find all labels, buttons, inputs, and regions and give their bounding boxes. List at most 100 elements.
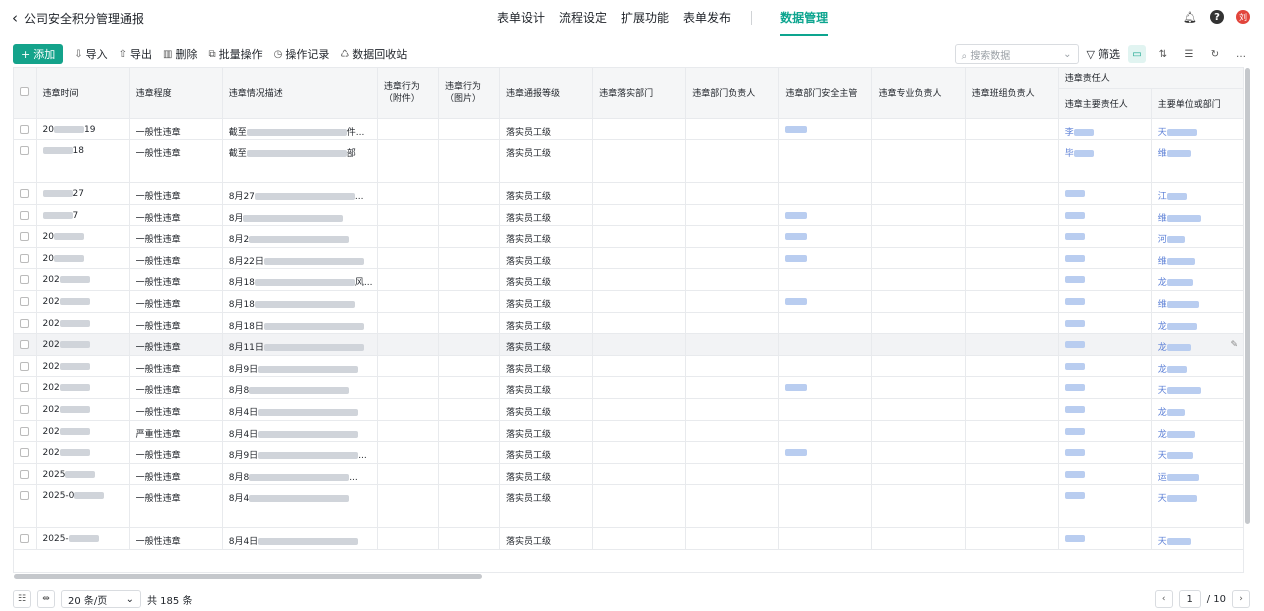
cell-act-img[interactable] <box>438 225 501 248</box>
cell-act-img[interactable] <box>438 398 501 421</box>
cell-main-resp[interactable] <box>1058 268 1152 292</box>
cell-act-img[interactable] <box>438 463 501 486</box>
cell-dept-safety[interactable] <box>778 312 873 335</box>
cell-level[interactable]: 落实员工级 <box>499 463 594 486</box>
vertical-scrollbar[interactable] <box>1245 68 1250 524</box>
cell-dept-safety[interactable] <box>778 182 873 205</box>
row-checkbox[interactable] <box>20 253 29 263</box>
fit-width-icon[interactable]: ⇹ <box>37 590 55 608</box>
cell-main-unit[interactable]: 维 <box>1151 247 1243 270</box>
cell-desc[interactable]: 8月8... <box>222 463 378 486</box>
cell-main-resp[interactable] <box>1058 204 1152 227</box>
cell-act-attach[interactable] <box>377 312 439 335</box>
cell-level[interactable]: 落实员工级 <box>499 225 594 248</box>
cell-act-attach[interactable] <box>377 484 439 529</box>
cell-dept[interactable] <box>592 182 687 205</box>
cell-degree[interactable]: 一般性违章 <box>129 463 223 486</box>
cell-level[interactable]: 落实员工级 <box>499 204 594 227</box>
row-checkbox[interactable] <box>20 448 29 458</box>
table-row[interactable]: 202 一般性违章 8月4日 落实员工级 龙 <box>14 398 1243 421</box>
cell-main-resp[interactable] <box>1058 420 1152 443</box>
col-desc[interactable]: 违章情况描述 <box>222 68 378 119</box>
cell-team-head[interactable] <box>965 225 1059 248</box>
cell-main-unit[interactable]: 龙 <box>1151 268 1243 292</box>
cell-act-attach[interactable] <box>377 204 439 227</box>
cell-time[interactable]: 7 <box>36 204 130 227</box>
cell-dept-safety[interactable] <box>778 355 873 378</box>
row-checkbox[interactable] <box>20 383 29 393</box>
cell-degree[interactable]: 一般性违章 <box>129 441 223 464</box>
cell-main-resp[interactable] <box>1058 182 1152 205</box>
col-dept-head[interactable]: 违章部门负责人 <box>685 68 780 119</box>
cell-pro-head[interactable] <box>871 441 966 464</box>
refresh-icon[interactable]: ↻ <box>1206 45 1224 63</box>
row-checkbox[interactable] <box>20 361 29 371</box>
table-row[interactable]: 18 一般性违章 截至 部 落实员工级 毕 维 <box>14 139 1243 184</box>
cell-dept-safety[interactable] <box>778 268 873 292</box>
cell-act-attach[interactable] <box>377 398 439 421</box>
cell-team-head[interactable] <box>965 398 1059 421</box>
cell-team-head[interactable] <box>965 290 1059 313</box>
cell-dept-head[interactable] <box>685 463 780 486</box>
col-dept[interactable]: 违章落实部门 <box>592 68 687 119</box>
cell-main-unit[interactable]: 天 <box>1151 527 1243 550</box>
table-row[interactable]: 20 19 一般性违章 截至 件... 落实员工级李天 <box>14 118 1243 141</box>
cell-time[interactable]: 202 <box>36 398 130 421</box>
table-row[interactable]: 20 一般性违章 8月2 落实员工级 河 <box>14 225 1243 248</box>
cell-pro-head[interactable] <box>871 268 966 292</box>
cell-level[interactable]: 落实员工级 <box>499 527 594 550</box>
row-checkbox[interactable] <box>20 146 29 156</box>
cell-dept-safety[interactable] <box>778 441 873 464</box>
cell-time[interactable]: 202 <box>36 290 130 313</box>
cell-team-head[interactable] <box>965 139 1059 184</box>
cell-dept-head[interactable] <box>685 290 780 313</box>
cell-degree[interactable]: 一般性违章 <box>129 376 223 400</box>
table-row[interactable]: 2025- 一般性违章 8月4日 落实员工级 天 <box>14 527 1243 550</box>
cell-main-resp[interactable] <box>1058 247 1152 270</box>
cell-team-head[interactable] <box>965 268 1059 292</box>
cell-pro-head[interactable] <box>871 527 966 550</box>
cell-degree[interactable]: 一般性违章 <box>129 355 223 378</box>
row-checkbox[interactable] <box>20 275 29 285</box>
horizontal-scrollbar[interactable] <box>14 574 482 579</box>
cell-desc[interactable]: 8月22日 <box>222 247 378 270</box>
cell-pro-head[interactable] <box>871 139 966 184</box>
cell-dept-head[interactable] <box>685 312 780 335</box>
cell-pro-head[interactable] <box>871 376 966 400</box>
table-row[interactable]: 20 一般性违章 8月22日 落实员工级 维 <box>14 247 1243 270</box>
cell-team-head[interactable] <box>965 312 1059 335</box>
cell-time[interactable]: 202 <box>36 268 130 292</box>
cell-dept[interactable] <box>592 376 687 400</box>
cell-main-resp[interactable] <box>1058 398 1152 421</box>
cell-level[interactable]: 落实员工级 <box>499 247 594 270</box>
cell-desc[interactable]: 8月18 风... <box>222 268 378 292</box>
cell-dept[interactable] <box>592 139 687 184</box>
cell-main-unit[interactable]: 天 <box>1151 118 1243 141</box>
filter-button[interactable]: ▽ 筛选 <box>1087 46 1120 62</box>
cell-time[interactable]: 2025 <box>36 463 130 486</box>
cell-act-img[interactable] <box>438 247 501 270</box>
cell-degree[interactable]: 一般性违章 <box>129 247 223 270</box>
cell-dept[interactable] <box>592 527 687 550</box>
row-checkbox[interactable] <box>20 297 29 307</box>
import-button[interactable]: ⇩ 导入 <box>74 46 107 62</box>
cell-pro-head[interactable] <box>871 204 966 227</box>
table-row[interactable]: 202 一般性违章 8月18日 落实员工级 龙 <box>14 312 1243 335</box>
cell-dept[interactable] <box>592 118 687 141</box>
cell-level[interactable]: 落实员工级 <box>499 355 594 378</box>
cell-dept-safety[interactable] <box>778 204 873 227</box>
prev-page-button[interactable]: ‹ <box>1154 590 1173 608</box>
cell-time[interactable]: 202 <box>36 355 130 378</box>
row-checkbox[interactable] <box>20 534 29 544</box>
cell-dept[interactable] <box>592 268 687 292</box>
cell-dept-safety[interactable] <box>778 420 873 443</box>
cell-level[interactable]: 落实员工级 <box>499 441 594 464</box>
cell-act-attach[interactable] <box>377 355 439 378</box>
cell-team-head[interactable] <box>965 204 1059 227</box>
cell-pro-head[interactable] <box>871 225 966 248</box>
columns-icon[interactable]: ☰ <box>1180 45 1198 63</box>
table-row[interactable]: 202 一般性违章 8月8 落实员工级 天 <box>14 376 1243 400</box>
cell-desc[interactable]: 8月18 <box>222 290 378 313</box>
cell-act-img[interactable] <box>438 333 501 356</box>
cell-act-attach[interactable] <box>377 420 439 443</box>
